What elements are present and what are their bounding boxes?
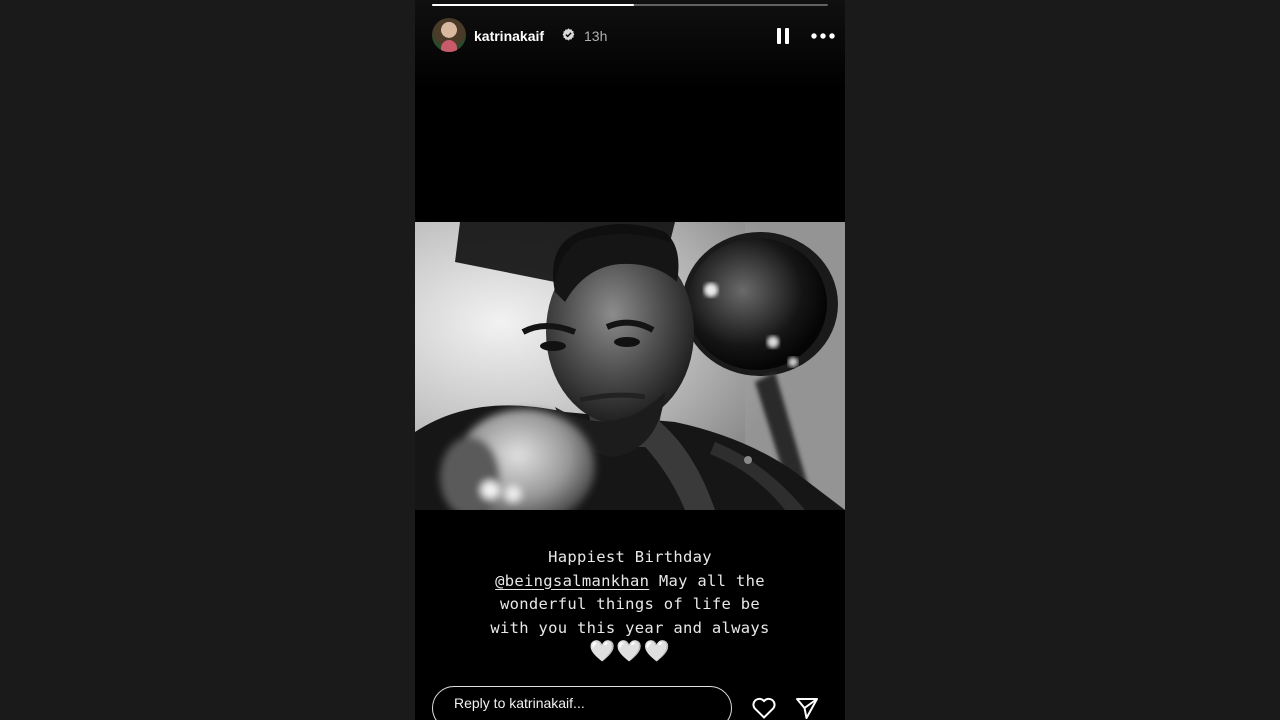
story-progress-fill (432, 4, 634, 6)
caption-line: with you this year and always (490, 618, 770, 637)
more-options-icon[interactable] (810, 28, 836, 44)
story-caption: Happiest Birthday @beingsalmankhan May a… (455, 546, 805, 664)
story-progress-bar (432, 4, 828, 6)
avatar[interactable] (432, 18, 466, 52)
post-time: 13h (584, 28, 608, 44)
pause-icon[interactable] (774, 26, 792, 46)
heart-icon[interactable] (751, 696, 777, 720)
caption-line: wonderful things of life be (499, 595, 761, 613)
send-icon[interactable] (794, 696, 820, 720)
story-viewer: katrinakaif 13h Happiest Birthday @being… (415, 0, 845, 720)
white-hearts-emoji: 🤍🤍🤍 (589, 639, 671, 663)
verified-badge-icon (562, 28, 575, 41)
mention-link[interactable]: @beingsalmankhan (495, 572, 649, 590)
caption-line: Happiest Birthday (548, 548, 712, 566)
caption-line: @beingsalmankhan May all the (495, 571, 765, 590)
username-link[interactable]: katrinakaif (474, 28, 544, 44)
reply-input[interactable] (432, 686, 732, 720)
story-header: katrinakaif 13h (432, 18, 835, 54)
story-photo (415, 222, 845, 510)
